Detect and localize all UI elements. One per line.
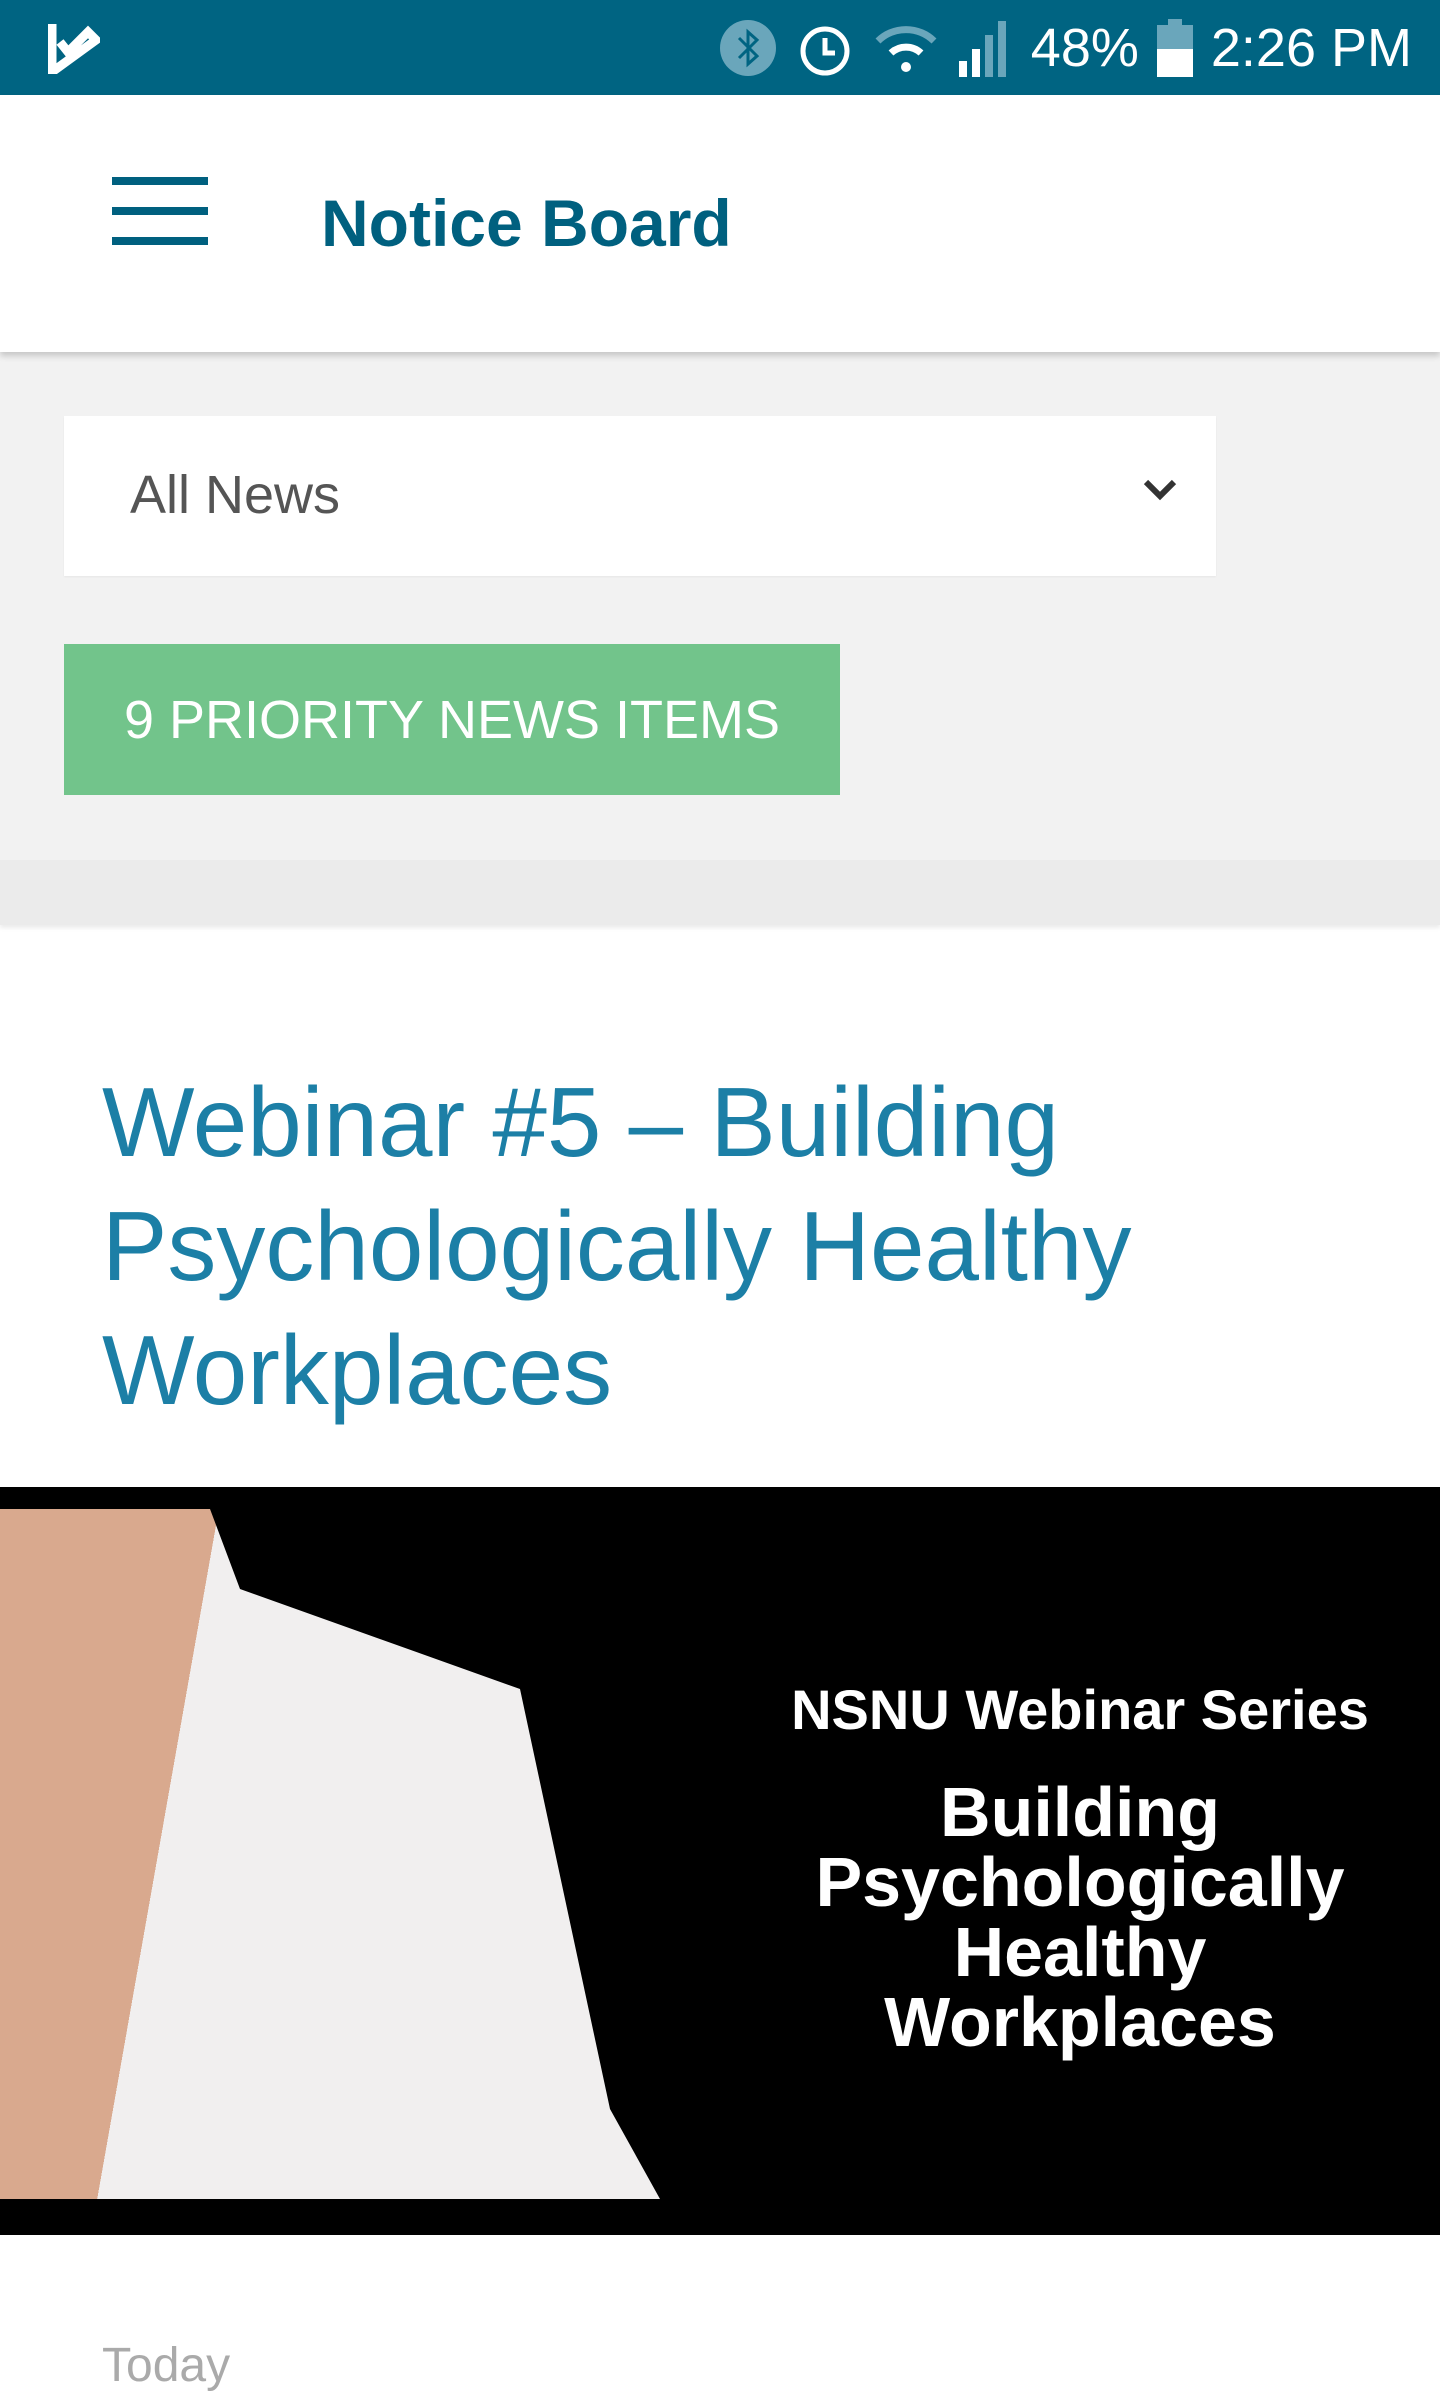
select-value: All News — [130, 465, 341, 525]
article-title[interactable]: Webinar #5 – Building Psychologically He… — [102, 1060, 1352, 1432]
nurse-photo — [0, 1509, 660, 2199]
page-title: Notice Board — [321, 186, 732, 260]
heading-line: Building — [940, 1773, 1220, 1851]
news-filter-select[interactable]: All News — [64, 416, 1216, 576]
heading-line: Workplaces — [884, 1983, 1276, 2061]
battery-percent: 48% — [1030, 17, 1139, 78]
app-bar: Notice Board — [0, 95, 1440, 352]
bluetooth-icon — [719, 19, 776, 76]
image-heading: Building Psychologically Healthy Workpla… — [760, 1777, 1400, 2057]
status-bar: 48% 2:26 PM — [0, 0, 1440, 95]
article-image[interactable]: NSNU Webinar Series Building Psychologic… — [0, 1487, 1440, 2235]
signal-icon — [958, 20, 1006, 77]
battery-icon — [1156, 18, 1193, 77]
heading-line: Psychologically — [815, 1843, 1345, 1921]
hamburger-icon[interactable] — [112, 177, 208, 245]
article-date: Today — [102, 2339, 231, 2392]
clock: 2:26 PM — [1210, 17, 1412, 78]
chevron-down-icon — [1143, 479, 1177, 501]
alarm-icon — [800, 26, 850, 75]
image-series-text: NSNU Webinar Series — [791, 1678, 1369, 1741]
app-check-icon — [48, 24, 100, 74]
wifi-icon — [875, 25, 937, 72]
heading-line: Healthy — [953, 1913, 1207, 1991]
divider — [0, 860, 1440, 925]
priority-news-button[interactable]: 9 PRIORITY NEWS ITEMS — [64, 644, 840, 795]
